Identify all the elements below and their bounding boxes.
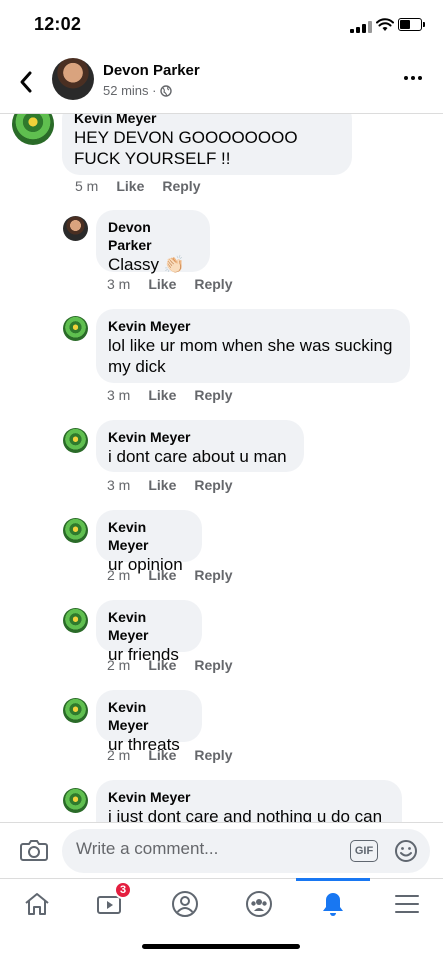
commenter-avatar[interactable] xyxy=(63,608,88,633)
tab-profile[interactable] xyxy=(148,879,222,929)
profile-icon xyxy=(172,891,198,917)
tab-home[interactable] xyxy=(0,879,74,929)
like-button[interactable]: Like xyxy=(148,477,176,493)
comment-bubble: Kevin Meyer lol like ur mom when she was… xyxy=(96,309,410,383)
comment-input[interactable] xyxy=(76,839,326,859)
wifi-icon xyxy=(376,18,394,31)
commenter-avatar[interactable] xyxy=(12,113,54,145)
comment-item: Kevin Meyer HEY DEVON GOOOOOOOO FUCK YOU… xyxy=(0,113,443,203)
comment-item: Devon Parker Classy 👏🏻 3 m Like Reply xyxy=(0,208,443,303)
comment-time: 3 m xyxy=(107,477,131,493)
reply-button[interactable]: Reply xyxy=(194,477,232,493)
commenter-avatar[interactable] xyxy=(63,316,88,341)
home-indicator[interactable] xyxy=(142,944,300,949)
like-button[interactable]: Like xyxy=(148,747,176,763)
tab-groups[interactable] xyxy=(222,879,296,929)
comment-time: 5 m xyxy=(75,178,99,194)
comment-bubble: Kevin Meyer ur opinion xyxy=(96,510,202,574)
comment-item: Kevin Meyer ur threats 2 m Like Reply xyxy=(0,688,443,778)
comment-bubble: Kevin Meyer HEY DEVON GOOOOOOOO FUCK YOU… xyxy=(62,113,352,175)
comment-author[interactable]: Kevin Meyer xyxy=(108,428,292,446)
comment-author[interactable]: Kevin Meyer xyxy=(108,788,390,806)
reply-button[interactable]: Reply xyxy=(194,657,232,673)
comment-author[interactable]: Kevin Meyer xyxy=(108,317,398,335)
reply-button[interactable]: Reply xyxy=(194,276,232,292)
commenter-avatar[interactable] xyxy=(63,698,88,723)
reply-button[interactable]: Reply xyxy=(194,567,232,583)
post-author-name[interactable]: Devon Parker xyxy=(103,62,200,79)
comment-thread: Kevin Meyer HEY DEVON GOOOOOOOO FUCK YOU… xyxy=(0,113,443,823)
status-time: 12:02 xyxy=(34,14,82,34)
camera-icon[interactable] xyxy=(20,838,48,862)
comment-text: HEY DEVON GOOOOOOOO FUCK YOURSELF !! xyxy=(74,128,298,168)
gif-icon[interactable]: GIF xyxy=(350,840,378,862)
comment-item: Kevin Meyer lol like ur mom when she was… xyxy=(0,306,443,416)
author-avatar[interactable] xyxy=(52,58,94,100)
notifications-icon xyxy=(323,893,343,916)
reply-button[interactable]: Reply xyxy=(162,178,200,194)
bottom-tab-bar: 3 xyxy=(0,878,443,928)
comment-author[interactable]: Devon Parker xyxy=(108,218,198,254)
like-button[interactable]: Like xyxy=(116,178,144,194)
comment-item: Kevin Meyer ur opinion 2 m Like Reply xyxy=(0,508,443,598)
comment-composer: GIF xyxy=(0,822,443,878)
comment-bubble: Kevin Meyer ur threats xyxy=(96,690,202,754)
post-time: 52 mins · xyxy=(103,83,157,98)
comment-item: Kevin Meyer i just dont care and nothing… xyxy=(0,778,443,823)
tab-notifications[interactable] xyxy=(296,878,370,929)
watch-badge: 3 xyxy=(114,881,132,899)
commenter-avatar[interactable] xyxy=(63,216,88,241)
post-meta: 52 mins · xyxy=(103,83,173,98)
comment-item: Kevin Meyer ur friends 2 m Like Reply xyxy=(0,598,443,688)
commenter-avatar[interactable] xyxy=(63,428,88,453)
status-bar: 12:02 xyxy=(0,0,443,52)
comment-time: 2 m xyxy=(107,747,131,763)
comment-bubble: Devon Parker Classy 👏🏻 xyxy=(96,210,210,274)
comment-author[interactable]: Kevin Meyer xyxy=(108,608,190,644)
emoji-icon[interactable] xyxy=(394,839,418,863)
reply-button[interactable]: Reply xyxy=(194,747,232,763)
battery-icon xyxy=(398,18,422,31)
reply-button[interactable]: Reply xyxy=(194,387,232,403)
comment-text: lol like ur mom when she was sucking my … xyxy=(108,336,393,376)
post-header: Devon Parker 52 mins · xyxy=(0,52,443,114)
like-button[interactable]: Like xyxy=(148,567,176,583)
comment-bubble: Kevin Meyer ur friends xyxy=(96,600,202,664)
comment-text: Classy 👏🏻 xyxy=(108,255,185,274)
globe-icon xyxy=(160,84,173,97)
tab-menu[interactable] xyxy=(370,879,443,929)
comment-bubble: Kevin Meyer i dont care about u man xyxy=(96,420,304,472)
comment-author[interactable]: Kevin Meyer xyxy=(108,698,190,734)
like-button[interactable]: Like xyxy=(148,657,176,673)
comment-text: i dont care about u man xyxy=(108,447,287,466)
comment-time: 2 m xyxy=(107,657,131,673)
more-options-icon[interactable] xyxy=(404,76,422,80)
like-button[interactable]: Like xyxy=(148,276,176,292)
home-icon xyxy=(25,893,49,915)
comment-input-wrapper: GIF xyxy=(62,829,430,873)
menu-icon xyxy=(395,895,419,913)
like-button[interactable]: Like xyxy=(148,387,176,403)
commenter-avatar[interactable] xyxy=(63,518,88,543)
comment-item: Kevin Meyer i dont care about u man 3 m … xyxy=(0,418,443,508)
comment-bubble: Kevin Meyer i just dont care and nothing… xyxy=(96,780,402,823)
tab-watch[interactable]: 3 xyxy=(74,879,148,929)
comment-time: 3 m xyxy=(107,387,131,403)
groups-icon xyxy=(246,891,272,917)
comment-author[interactable]: Kevin Meyer xyxy=(74,113,340,127)
comment-author[interactable]: Kevin Meyer xyxy=(108,518,190,554)
signal-icon xyxy=(350,21,372,33)
back-chevron-icon[interactable] xyxy=(18,70,34,94)
commenter-avatar[interactable] xyxy=(63,788,88,813)
comment-time: 3 m xyxy=(107,276,131,292)
comment-time: 2 m xyxy=(107,567,131,583)
comment-text: i just dont care and nothing u do can xyxy=(108,807,383,823)
